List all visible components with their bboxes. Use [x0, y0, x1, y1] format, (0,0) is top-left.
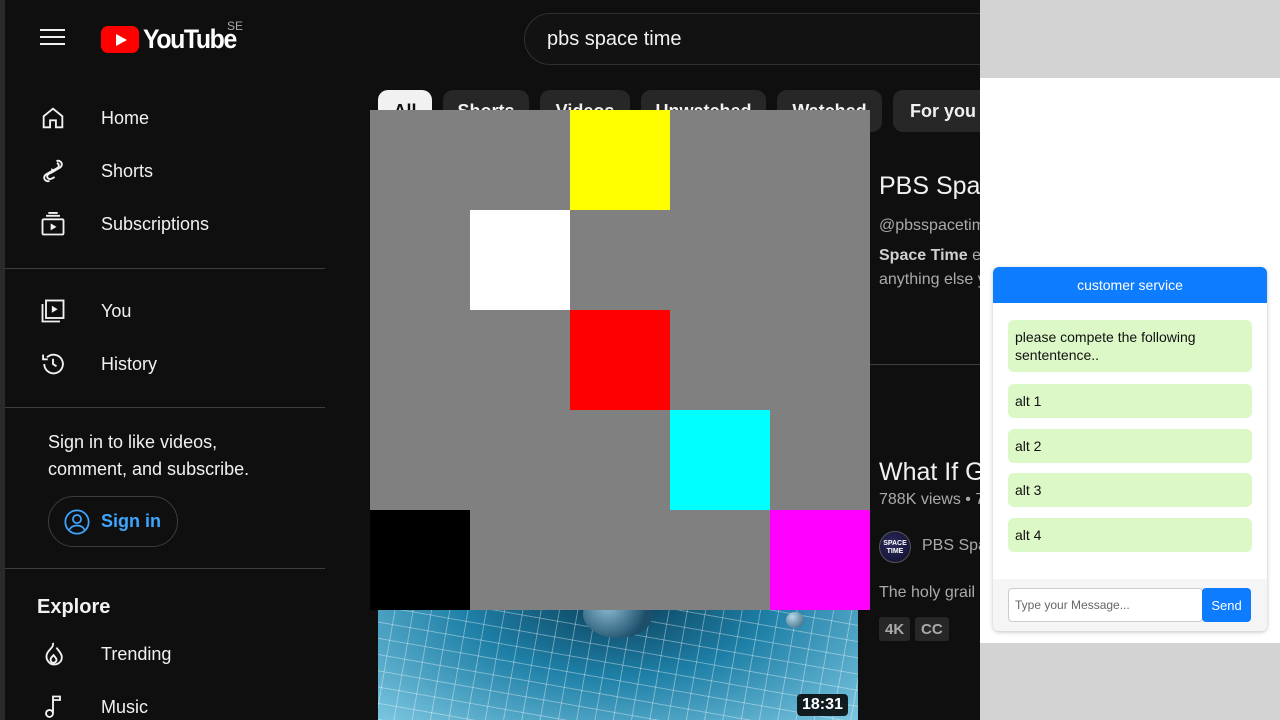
explore-heading: Explore	[37, 596, 111, 618]
chat-message-input[interactable]	[1008, 588, 1203, 622]
chat-option-4[interactable]: alt 4	[1008, 518, 1252, 552]
search-query: pbs space time	[547, 27, 682, 50]
video-duration: 18:31	[797, 694, 848, 716]
channel-desc-bold: Space Time	[879, 247, 968, 264]
sidebar-divider	[5, 268, 325, 269]
channel-desc-line2: anything else y	[879, 271, 980, 288]
red-square	[570, 310, 670, 410]
channel-description: Space Time ex anything else y	[879, 244, 980, 292]
chat-footer: Send	[993, 579, 1267, 631]
magenta-square	[770, 510, 870, 610]
black-square	[370, 510, 470, 610]
sidebar-item-trending[interactable]: Trending	[5, 629, 325, 679]
chat-widget: customer service please compete the foll…	[993, 267, 1267, 631]
logo-text: YouTube	[143, 24, 237, 54]
youtube-page: YouTube SE pbs space time Home Shorts Su…	[0, 0, 980, 720]
results-divider	[870, 364, 980, 365]
signin-button[interactable]: Sign in	[48, 496, 178, 547]
sidebar-label: Shorts	[101, 160, 154, 181]
channel-avatar[interactable]: SPACE TIME	[879, 531, 911, 563]
video-meta: 788K views • 7	[879, 491, 980, 508]
sidebar-divider	[5, 568, 325, 569]
menu-icon[interactable]	[40, 27, 66, 47]
trending-icon	[45, 642, 63, 666]
signin-prompt: Sign in to like videos, comment, and sub…	[48, 432, 250, 479]
chat-option-2[interactable]: alt 2	[1008, 429, 1252, 463]
sidebar-label: History	[101, 353, 158, 374]
chat-body: please compete the following sententence…	[993, 303, 1267, 579]
sidebar-item-subscriptions[interactable]: Subscriptions	[5, 199, 325, 249]
search-input[interactable]: pbs space time	[524, 13, 980, 65]
chat-option-1[interactable]: alt 1	[1008, 384, 1252, 418]
sidebar-item-history[interactable]: History	[5, 339, 325, 389]
sidebar-item-home[interactable]: Home	[5, 93, 325, 143]
channel-result-title[interactable]: PBS Spac	[879, 172, 980, 201]
sidebar-label: Home	[101, 107, 150, 128]
sidebar-label: Subscriptions	[101, 213, 210, 234]
video-channel-name[interactable]: PBS Spa	[922, 537, 980, 555]
yellow-square	[570, 110, 670, 210]
badge-cc: CC	[915, 617, 949, 641]
cyan-square	[670, 410, 770, 510]
sidebar-divider	[5, 407, 325, 408]
youtube-logo[interactable]: YouTube	[101, 24, 244, 55]
color-grid-overlay	[370, 110, 870, 610]
country-code: SE	[227, 19, 244, 33]
subscriptions-icon	[41, 211, 65, 236]
sidebar-item-you[interactable]: You	[5, 286, 325, 336]
video-result-title[interactable]: What If Gr	[879, 458, 980, 487]
sidebar-label: Music	[101, 696, 149, 717]
channel-desc-rest: ex	[972, 247, 980, 264]
sidebar-item-shorts[interactable]: Shorts	[5, 146, 325, 196]
your-channel-icon	[41, 299, 65, 323]
badge-4k: 4K	[879, 617, 911, 641]
shorts-icon	[43, 159, 63, 183]
sidebar-label: Trending	[101, 643, 172, 664]
music-icon	[45, 695, 61, 718]
home-icon	[42, 107, 64, 129]
thumbnail-moon	[786, 612, 804, 628]
sidebar-label: You	[101, 300, 132, 321]
white-square	[470, 210, 570, 310]
account-icon	[64, 508, 90, 535]
chat-header: customer service	[993, 267, 1267, 303]
video-description: The holy grail o	[879, 584, 980, 601]
youtube-play-icon	[101, 26, 139, 53]
history-icon	[42, 353, 64, 375]
chip-for-you[interactable]: For you	[893, 90, 980, 132]
signin-label: Sign in	[101, 511, 161, 531]
channel-handle: @pbsspacetim	[879, 217, 980, 234]
chat-option-3[interactable]: alt 3	[1008, 473, 1252, 507]
chat-prompt-message: please compete the following sententence…	[1008, 320, 1252, 372]
send-button[interactable]: Send	[1202, 588, 1251, 622]
video-thumbnail[interactable]	[378, 600, 858, 720]
sidebar-item-music[interactable]: Music	[5, 682, 325, 720]
